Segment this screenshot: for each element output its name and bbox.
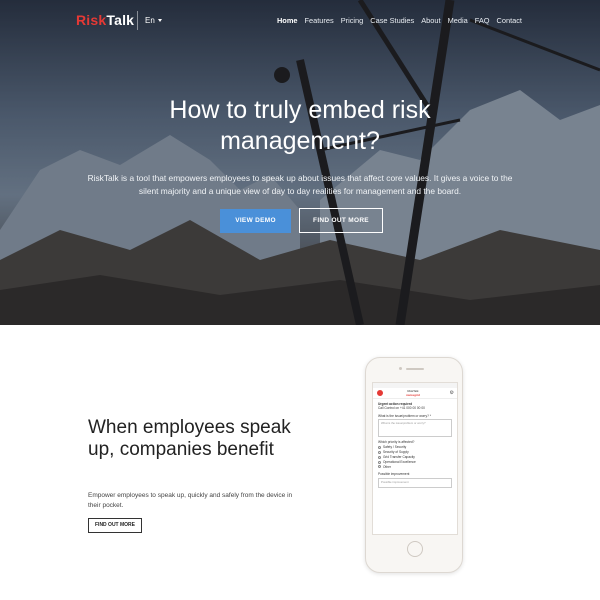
nav-item-about[interactable]: About bbox=[421, 16, 440, 25]
logo[interactable]: RiskTalk bbox=[76, 12, 134, 28]
phone-camera bbox=[399, 367, 402, 370]
hero-title-line-1: How to truly embed risk bbox=[169, 96, 431, 124]
question-issue: What is the issue/problem or worry? * bbox=[378, 413, 431, 418]
hero-title: How to truly embed risk management? bbox=[0, 95, 600, 157]
radio-icon bbox=[378, 445, 381, 449]
priority-option-label: Safety / Security bbox=[383, 445, 407, 450]
priority-option: Operational Excellence bbox=[378, 460, 452, 464]
radio-icon bbox=[378, 465, 381, 469]
phone-speaker bbox=[406, 368, 424, 370]
priority-option-label: Security of Supply bbox=[383, 450, 409, 455]
priority-option: Grid Transfer Capacity bbox=[378, 455, 452, 459]
improvement-field: Possible improvement bbox=[378, 477, 452, 488]
priority-option-label: Other bbox=[383, 464, 391, 469]
hero-description: RiskTalk is a tool that empowers employe… bbox=[87, 173, 513, 196]
language-selector[interactable]: En bbox=[137, 11, 162, 30]
benefits-section: When employees speak up, companies benef… bbox=[0, 325, 600, 600]
phone-home-button bbox=[407, 541, 423, 557]
find-out-more-button[interactable]: FIND OUT MORE bbox=[299, 208, 383, 233]
hero-overlay bbox=[0, 0, 600, 325]
language-label: En bbox=[145, 16, 155, 25]
view-demo-button[interactable]: VIEW DEMO bbox=[220, 209, 291, 233]
gear-icon: ⚙ bbox=[449, 390, 454, 396]
chevron-down-icon bbox=[157, 19, 162, 23]
logo-risk: Risk bbox=[76, 12, 107, 28]
issue-field: What is the issue/problem or worry? bbox=[378, 419, 452, 438]
priority-option-label: Grid Transfer Capacity bbox=[383, 454, 415, 459]
app-brand: RiskTalk swissgrid bbox=[406, 389, 420, 397]
question-improvement: Possible improvement bbox=[378, 472, 410, 477]
call-label: Call Control on +41 000 00 00 00 bbox=[378, 406, 425, 411]
radio-icon bbox=[378, 460, 381, 464]
radio-icon bbox=[378, 455, 381, 459]
notification-badge-icon bbox=[377, 390, 383, 396]
nav-item-faq[interactable]: FAQ bbox=[475, 16, 490, 25]
nav-item-media[interactable]: Media bbox=[448, 16, 468, 25]
section-title: When employees speak up, companies benef… bbox=[88, 417, 291, 460]
main-menu: Home Features Pricing Case Studies About… bbox=[277, 16, 522, 25]
hero-section: RiskTalk En Home Features Pricing Case S… bbox=[0, 0, 600, 325]
priority-option: Security of Supply bbox=[378, 450, 452, 454]
phone-screen: RiskTalk swissgrid ⚙ Urgent action requi… bbox=[372, 382, 458, 535]
hero-title-line-2: management? bbox=[220, 127, 380, 155]
nav-item-features[interactable]: Features bbox=[305, 16, 334, 25]
radio-icon bbox=[378, 450, 381, 454]
app-form: Urgent action required Call Control on +… bbox=[373, 399, 457, 491]
app-brand-bottom: swissgrid bbox=[406, 393, 420, 397]
app-header: RiskTalk swissgrid ⚙ bbox=[373, 388, 457, 399]
nav-item-case-studies[interactable]: Case Studies bbox=[370, 16, 414, 25]
top-navigation: RiskTalk En Home Features Pricing Case S… bbox=[0, 0, 600, 42]
nav-item-contact[interactable]: Contact bbox=[497, 16, 522, 25]
section-description: Empower employees to speak up, quickly a… bbox=[88, 492, 293, 509]
nav-item-home[interactable]: Home bbox=[277, 16, 298, 25]
nav-item-pricing[interactable]: Pricing bbox=[341, 16, 364, 25]
question-priority: Which priority is affected? bbox=[378, 440, 415, 445]
priority-option: Safety / Security bbox=[378, 445, 452, 449]
logo-talk: Talk bbox=[106, 12, 135, 28]
priority-option-label: Operational Excellence bbox=[383, 459, 416, 464]
phone-mockup: RiskTalk swissgrid ⚙ Urgent action requi… bbox=[365, 357, 463, 573]
priority-option: Other bbox=[378, 465, 452, 469]
section-find-out-more-button[interactable]: FIND OUT MORE bbox=[88, 518, 142, 533]
